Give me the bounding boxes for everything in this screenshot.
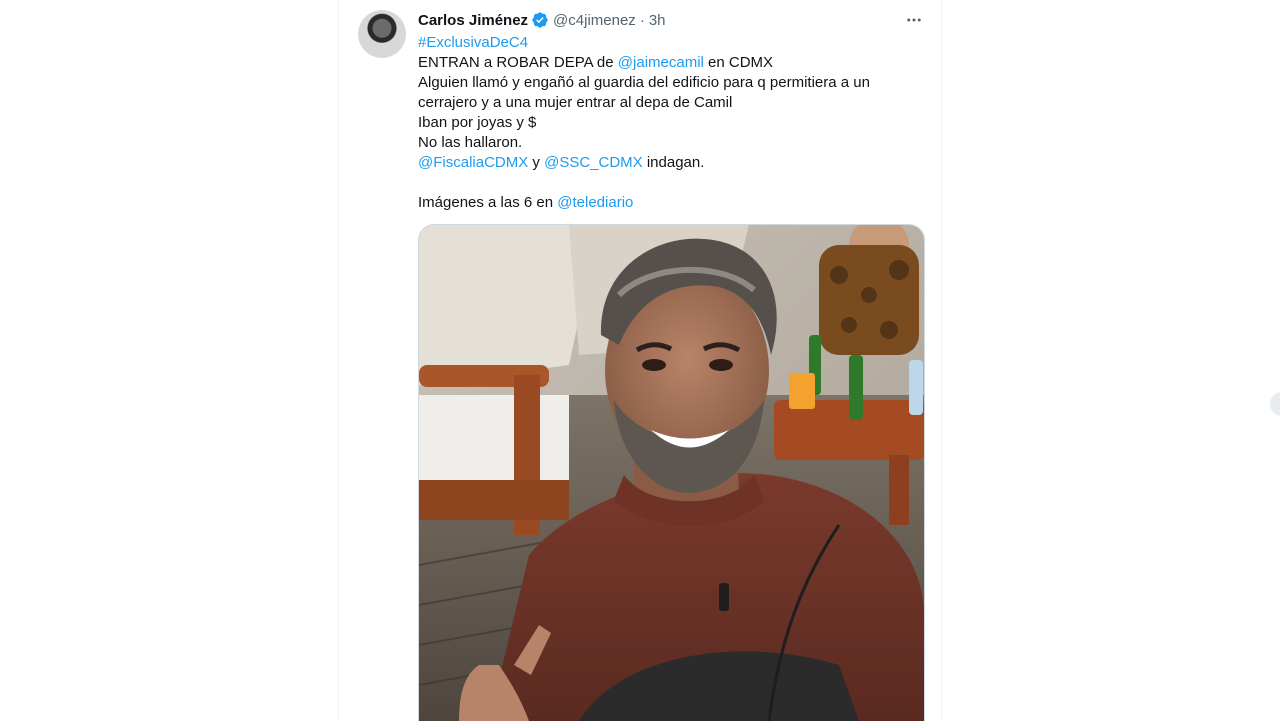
tweet-line-hashtag: #ExclusivaDeC4 (418, 33, 918, 53)
tweet-line-7: @FiscaliaCDMX y @SSC_CDMX indagan. (418, 153, 918, 173)
timeline-left-border (338, 0, 339, 720)
timeline-right-border (941, 0, 942, 720)
header-separator: · (639, 11, 645, 29)
tweet-text-segment: ENTRAN a ROBAR DEPA de (418, 54, 618, 71)
more-options-icon[interactable] (902, 8, 926, 32)
tweet-line-6: No las hallaron. (418, 134, 523, 151)
mention-link-ssc-cdmx[interactable]: @SSC_CDMX (544, 154, 643, 171)
hashtag-link[interactable]: #ExclusivaDeC4 (418, 34, 528, 51)
tweet-line-9: Imágenes a las 6 en @telediario (418, 193, 918, 213)
tweet-header: Carlos Jiménez @c4jimenez · 3h (418, 9, 666, 31)
tweet-line-2: ENTRAN a ROBAR DEPA de @jaimecamil en CD… (418, 53, 918, 73)
tweet-text-segment: indagan. (642, 154, 705, 171)
mention-link-telediario[interactable]: @telediario (557, 194, 633, 211)
author-avatar[interactable] (358, 10, 406, 58)
mention-link-fiscaliacdmx[interactable]: @FiscaliaCDMX (418, 154, 528, 171)
author-display-name[interactable]: Carlos Jiménez (418, 12, 528, 29)
tweet-timestamp[interactable]: 3h (649, 12, 666, 29)
side-scroll-handle[interactable] (1270, 392, 1280, 416)
tweet-line-3: Alguien llamó y engañó al guardia del ed… (418, 74, 870, 91)
verified-badge-icon (531, 11, 549, 29)
mention-link-jaimecamil[interactable]: @jaimecamil (618, 54, 704, 71)
tweet-line-5: Iban por joyas y $ (418, 114, 537, 131)
tweet-line-4: cerrajero y a una mujer entrar al depa d… (418, 94, 733, 111)
tweet-text-segment: y (528, 154, 545, 171)
tweet-text-segment: en CDMX (703, 54, 774, 71)
author-handle[interactable]: @c4jimenez (553, 12, 636, 29)
tweet-text-segment: Imágenes a las 6 en (418, 194, 558, 211)
photo-selfie-illustration (419, 225, 924, 721)
tweet-photo[interactable] (418, 224, 925, 721)
tweet-body: #ExclusivaDeC4 ENTRAN a ROBAR DEPA de @j… (418, 33, 918, 213)
